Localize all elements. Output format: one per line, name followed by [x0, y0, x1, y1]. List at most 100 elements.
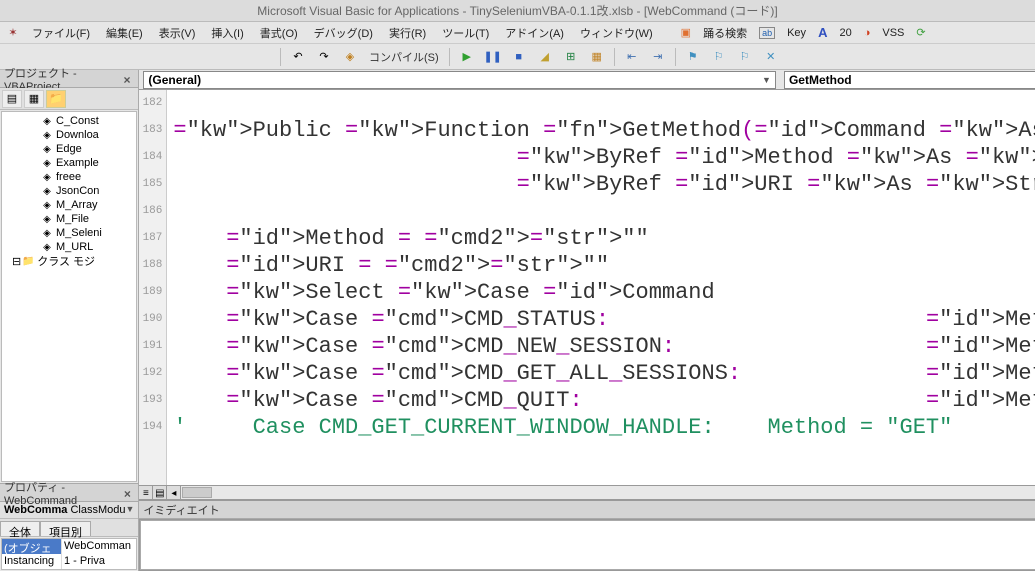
clear-bookmarks-button[interactable]: ✕ [760, 46, 782, 68]
immediate-input[interactable] [140, 520, 1035, 570]
menu-run[interactable]: 実行(R) [383, 23, 432, 43]
property-row[interactable]: (オブジェWebComman [2, 539, 136, 554]
bookmark-button[interactable]: ⚑ [682, 46, 704, 68]
toolbar-separator [449, 48, 450, 66]
view-code-button[interactable]: ▤ [2, 90, 22, 108]
tree-item[interactable]: ◈Downloa [4, 128, 134, 142]
tree-item[interactable]: ◈Example [4, 156, 134, 170]
dance-search-icon[interactable]: ▣ [681, 26, 691, 39]
tree-item[interactable]: ◈Edge [4, 142, 134, 156]
tree-item[interactable]: ◈freee [4, 170, 134, 184]
project-explorer-button[interactable]: ▦ [586, 46, 608, 68]
next-bookmark-button[interactable]: ⚐ [708, 46, 730, 68]
redo-button[interactable]: ↷ [313, 46, 335, 68]
design-mode-button[interactable]: ◢ [534, 46, 556, 68]
refresh-icon[interactable]: ⟳ [916, 26, 925, 39]
menu-insert[interactable]: 挿入(I) [205, 23, 249, 43]
menu-tool[interactable]: ツール(T) [436, 23, 495, 43]
menu-format[interactable]: 書式(O) [254, 23, 304, 43]
outdent-button[interactable]: ⇤ [621, 46, 643, 68]
tree-item[interactable]: ◈M_File [4, 212, 134, 226]
module-icon: ◈ [40, 171, 54, 183]
code-line[interactable]: ="kw">Case ="cmd">CMD_QUIT: ="id">Method… [173, 387, 1035, 414]
full-view-button[interactable]: ▤ [153, 486, 167, 500]
property-name: (オブジェ [2, 539, 62, 554]
tree-item[interactable]: ◈M_URL [4, 240, 134, 254]
project-tree[interactable]: ◈C_Const◈Downloa◈Edge◈Example◈freee◈Json… [1, 111, 137, 482]
compile-icon[interactable]: ◈ [339, 46, 361, 68]
tree-item-label: M_File [56, 213, 89, 225]
scroll-thumb[interactable] [182, 487, 212, 498]
toolbar-separator [614, 48, 615, 66]
menu-extras: ▣ 踊る検索 ab Key A 20 ◑ VSS ⟳ [681, 23, 926, 43]
code-line[interactable]: ="kw">Case ="cmd">CMD_GET_ALL_SESSIONS: … [173, 360, 1035, 387]
scroll-track[interactable] [181, 486, 1035, 499]
expand-icon[interactable]: ⊟ [12, 255, 21, 268]
menu-vss[interactable]: VSS [876, 25, 910, 41]
tree-item[interactable]: ◈M_Seleni [4, 226, 134, 240]
code-line[interactable]: ="id">Method = ="cmd2">="str">"" [173, 225, 1035, 252]
code-line[interactable]: ="kw">Public ="kw">Function ="fn">GetMet… [173, 117, 1035, 144]
stop-button[interactable]: ■ [508, 46, 530, 68]
view-object-button[interactable]: ▦ [24, 90, 44, 108]
code-body[interactable]: ="kw">Public ="kw">Function ="fn">GetMet… [167, 90, 1035, 485]
tree-item-label: Example [56, 157, 99, 169]
font-icon[interactable]: A [818, 25, 827, 40]
property-row[interactable]: Instancing1 - Priva [2, 554, 136, 569]
menu-debug[interactable]: デバッグ(D) [308, 23, 379, 43]
menu-window[interactable]: ウィンドウ(W) [574, 23, 659, 43]
tab-categorized[interactable]: 項目別 [40, 521, 91, 536]
proc-view-button[interactable]: ≡ [139, 486, 153, 500]
code-line[interactable]: ="kw">ByRef ="id">Method ="kw">As ="kw">… [173, 144, 1035, 171]
toolbar-separator [280, 48, 281, 66]
properties-object-selector[interactable]: WebComma ClassModu ▼ [0, 502, 138, 519]
excel-button[interactable]: ⊞ [560, 46, 582, 68]
tree-folder[interactable]: ⊟ 📁 クラス モジ [4, 254, 134, 268]
code-line[interactable]: ="kw">ByRef ="id">URI ="kw">As ="kw">Str… [173, 171, 1035, 198]
code-line[interactable]: ' Case CMD_GET_CURRENT_WINDOW_HANDLE: Me… [173, 414, 1035, 441]
indent-button[interactable]: ⇥ [647, 46, 669, 68]
toggle-folders-button[interactable]: 📁 [46, 90, 66, 108]
module-icon: ◈ [40, 213, 54, 225]
code-line[interactable]: ="id">URI = ="cmd2">="str">"" [173, 252, 1035, 279]
tree-item[interactable]: ◈M_Array [4, 198, 134, 212]
chevron-down-icon[interactable]: ▼ [125, 504, 134, 516]
menu-edit[interactable]: 編集(E) [100, 23, 149, 43]
tree-item[interactable]: ◈C_Const [4, 114, 134, 128]
tree-item-label: M_URL [56, 241, 93, 253]
scroll-left-button[interactable]: ◂ [167, 486, 181, 500]
menu-odoru[interactable]: 踊る検索 [697, 23, 753, 43]
module-icon: ◈ [40, 241, 54, 253]
menu-twenty[interactable]: 20 [833, 25, 857, 41]
menu-key[interactable]: Key [781, 25, 812, 41]
code-line[interactable]: ="kw">Case ="cmd">CMD_NEW_SESSION: ="id"… [173, 333, 1035, 360]
main-area: プロジェクト - VBAProject × ▤ ▦ 📁 ◈C_Const◈Dow… [0, 70, 1035, 571]
code-line[interactable]: ="kw">Case ="cmd">CMD_STATUS: ="id">Meth… [173, 306, 1035, 333]
title-bar: Microsoft Visual Basic for Applications … [0, 0, 1035, 22]
module-icon: ◈ [40, 199, 54, 211]
code-line[interactable] [173, 90, 1035, 117]
prev-bookmark-button[interactable]: ⚐ [734, 46, 756, 68]
menu-addin[interactable]: アドイン(A) [499, 23, 570, 43]
object-dropdown[interactable]: (General) ▼ [143, 71, 776, 89]
code-editor[interactable]: 182183184185186187188189190191192193194 … [139, 90, 1035, 485]
line-number: 193 [139, 387, 162, 414]
code-line[interactable]: ="kw">Select ="kw">Case ="id">Command [173, 279, 1035, 306]
property-value[interactable]: WebComman [62, 539, 136, 554]
undo-button[interactable]: ↶ [287, 46, 309, 68]
vss-icon[interactable]: ◑ [864, 27, 871, 39]
menu-view[interactable]: 表示(V) [153, 23, 202, 43]
close-icon[interactable]: × [124, 73, 135, 85]
property-value[interactable]: 1 - Priva [62, 554, 136, 569]
compile-button[interactable]: コンパイル(S) [365, 49, 443, 65]
procedure-dropdown[interactable]: GetMethod ▼ [784, 71, 1035, 89]
pause-button[interactable]: ❚❚ [482, 46, 504, 68]
tree-item[interactable]: ◈JsonCon [4, 184, 134, 198]
menu-file[interactable]: ファイル(F) [26, 23, 96, 43]
tab-all[interactable]: 全体 [0, 521, 40, 536]
properties-grid[interactable]: (オブジェWebCommanInstancing1 - Priva [1, 538, 137, 570]
run-button[interactable]: ▶ [456, 46, 478, 68]
code-line[interactable] [173, 198, 1035, 225]
code-h-scrollbar[interactable]: ≡ ▤ ◂ ▸ [139, 485, 1035, 499]
close-icon[interactable]: × [124, 487, 134, 499]
